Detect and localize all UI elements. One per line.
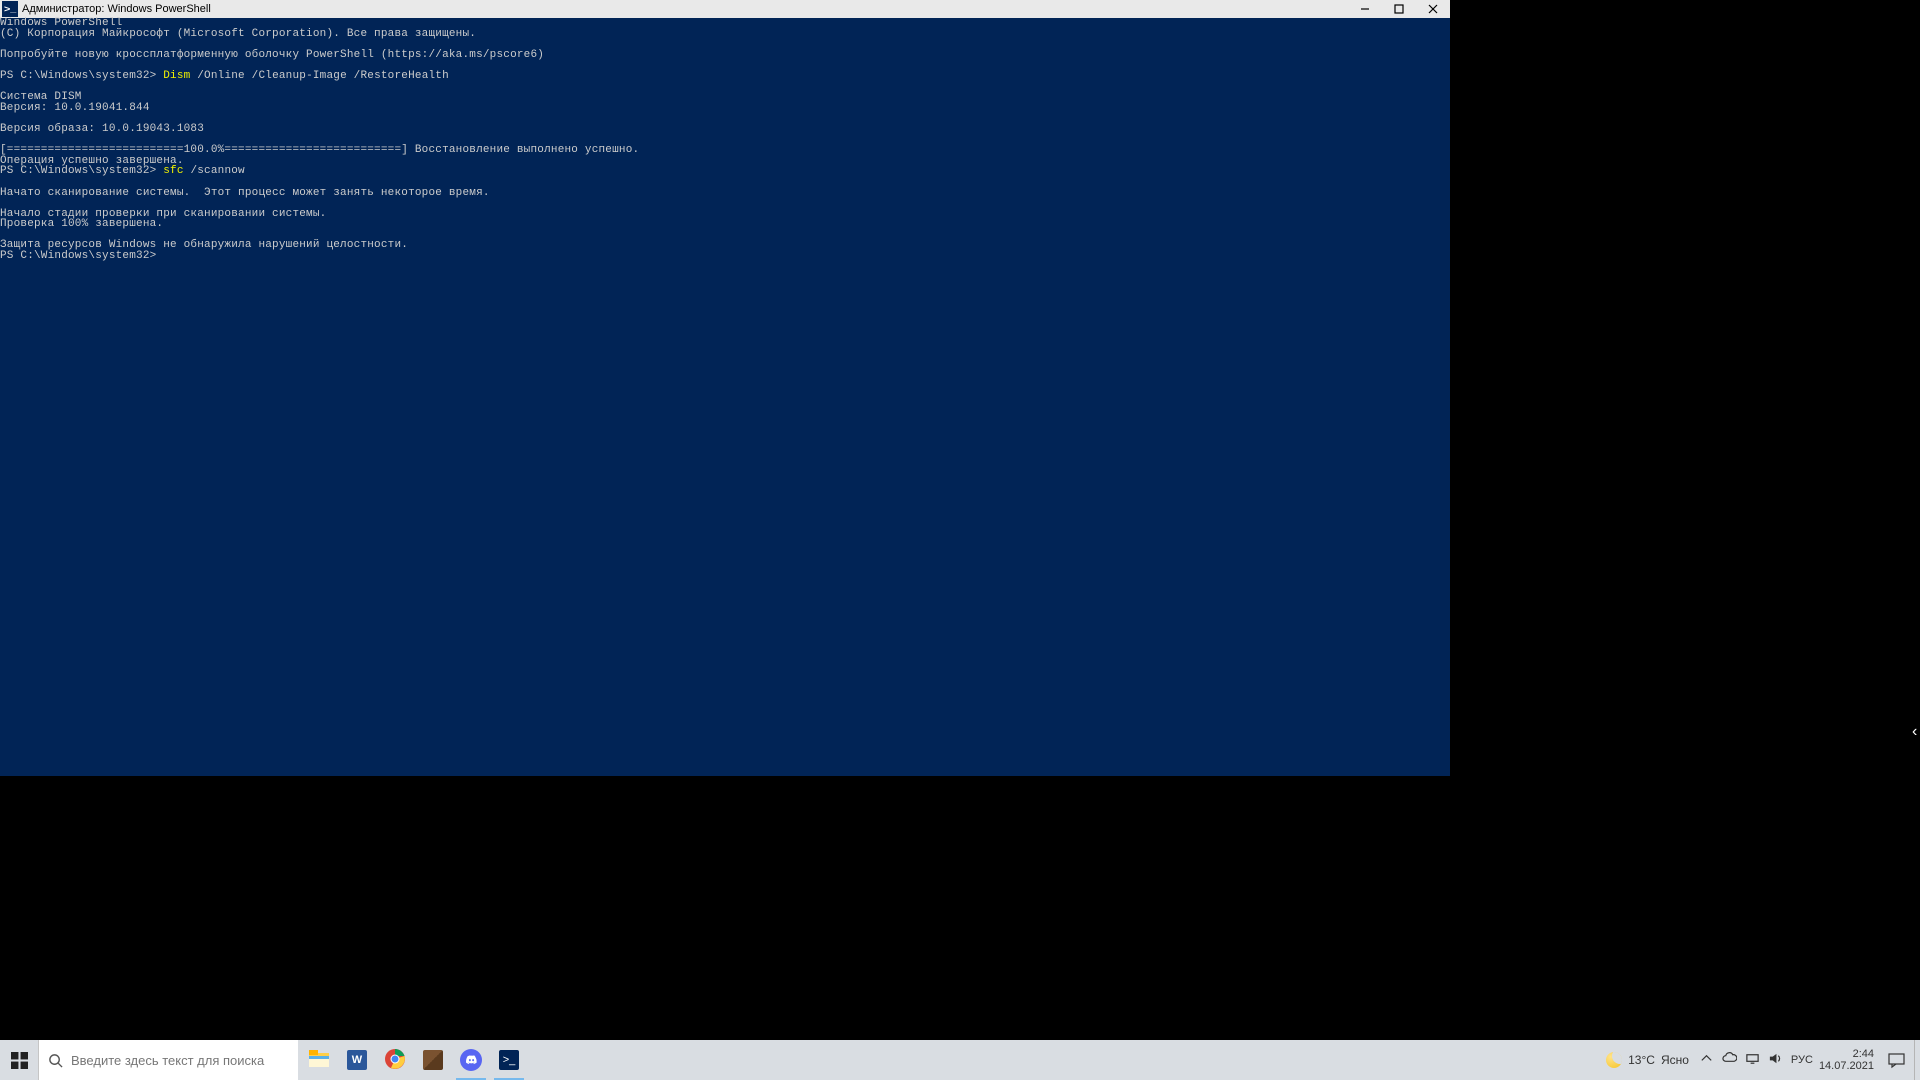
taskbar-powershell[interactable]: >_ xyxy=(490,1040,528,1080)
tray-volume-icon[interactable] xyxy=(1768,1051,1783,1069)
window-titlebar: >_ Администратор: Windows PowerShell xyxy=(0,0,1450,18)
tray-chevron-up-icon[interactable] xyxy=(1699,1051,1714,1069)
taskbar-pinned-apps: W >_ xyxy=(300,1040,528,1080)
tray-network-icon[interactable] xyxy=(1745,1051,1760,1069)
moon-icon xyxy=(1606,1052,1622,1068)
taskbar-search[interactable]: Введите здесь текст для поиска xyxy=(38,1040,298,1080)
taskbar-explorer[interactable] xyxy=(300,1040,338,1080)
show-desktop-button[interactable] xyxy=(1914,1040,1920,1080)
edge-sidebar-toggle[interactable] xyxy=(1908,722,1920,748)
search-icon xyxy=(39,1053,71,1068)
clock-date: 14.07.2021 xyxy=(1819,1060,1874,1072)
terminal-output[interactable]: Windows PowerShell(C) Корпорация Майкрос… xyxy=(0,18,1450,776)
taskbar-minecraft[interactable] xyxy=(414,1040,452,1080)
tray-onedrive-icon[interactable] xyxy=(1722,1051,1737,1069)
search-placeholder: Введите здесь текст для поиска xyxy=(71,1053,264,1068)
action-center-button[interactable] xyxy=(1878,1040,1914,1080)
minimize-button[interactable] xyxy=(1348,0,1382,18)
taskbar-clock[interactable]: 2:44 14.07.2021 xyxy=(1819,1040,1874,1080)
weather-temp: 13°C xyxy=(1628,1053,1655,1067)
taskbar: Введите здесь текст для поиска W >_ 13°C… xyxy=(0,1040,1920,1080)
close-button[interactable] xyxy=(1416,0,1450,18)
tray-language[interactable]: РУС xyxy=(1791,1054,1813,1066)
powershell-icon: >_ xyxy=(2,1,18,17)
maximize-button[interactable] xyxy=(1382,0,1416,18)
taskbar-weather[interactable]: 13°C Ясно xyxy=(1606,1040,1689,1080)
taskbar-chrome[interactable] xyxy=(376,1040,414,1080)
system-tray: РУС xyxy=(1699,1040,1813,1080)
start-button[interactable] xyxy=(0,1040,38,1080)
window-title: Администратор: Windows PowerShell xyxy=(22,3,211,15)
clock-time: 2:44 xyxy=(1853,1048,1874,1060)
weather-cond: Ясно xyxy=(1661,1053,1689,1067)
taskbar-discord[interactable] xyxy=(452,1040,490,1080)
taskbar-word[interactable]: W xyxy=(338,1040,376,1080)
